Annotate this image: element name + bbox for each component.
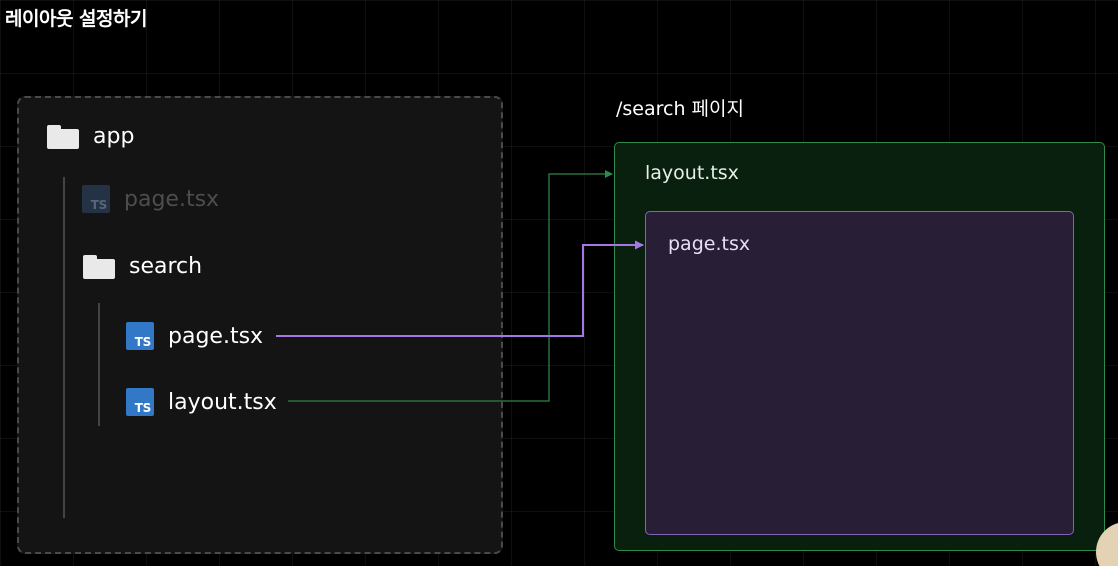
folder-icon [47,124,79,149]
folder-icon [83,254,115,279]
tree-guide-app [63,177,65,518]
tree-item-label: page.tsx [168,323,264,349]
page-box-label: page.tsx [668,233,751,255]
typescript-file-icon: TS [126,388,154,416]
layout-box-label: layout.tsx [645,162,739,184]
typescript-file-icon: TS [82,185,110,213]
tree-item-search-page[interactable]: TS page.tsx [126,322,263,350]
tree-guide-search [98,303,100,426]
tree-item-label: app [93,124,135,149]
tree-item-app-folder[interactable]: app [47,124,134,149]
slide-title: 레이아웃 설정하기 [5,8,147,30]
tree-item-label: layout.tsx [168,389,277,415]
tree-item-label: search [129,254,203,279]
typescript-file-icon: TS [126,322,154,350]
page-container-box [645,211,1074,535]
route-heading: /search 페이지 [616,98,744,120]
tree-item-label: page.tsx [124,186,220,212]
tree-item-search-folder[interactable]: search [83,254,202,279]
tree-item-root-page[interactable]: TS page.tsx [82,185,219,213]
slide-canvas: 레이아웃 설정하기 app TS page.tsx search TS page… [0,0,1118,566]
tree-item-search-layout[interactable]: TS layout.tsx [126,388,277,416]
